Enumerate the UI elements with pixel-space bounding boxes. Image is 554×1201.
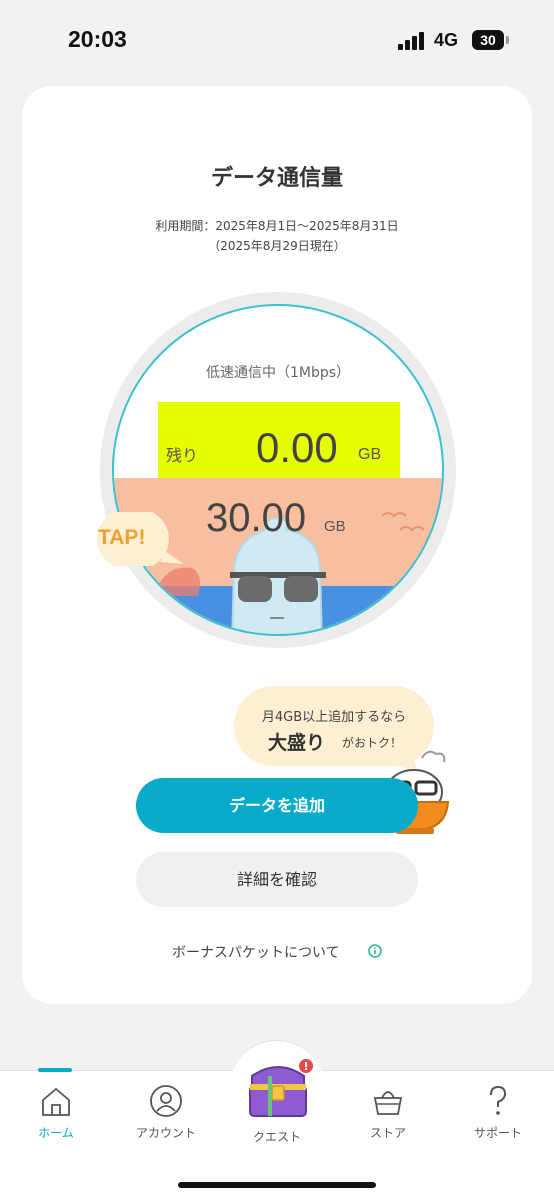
account-icon [150, 1085, 182, 1117]
status-time: 20:03 [68, 26, 127, 52]
period-as-of: （2025年8月29日現在） [208, 239, 346, 253]
question-icon [490, 1085, 507, 1115]
tab-quest-label[interactable]: クエスト [227, 1128, 327, 1145]
tab-account[interactable]: アカウント [116, 1084, 216, 1154]
view-details-button[interactable]: 詳細を確認 [136, 852, 418, 907]
promo-line1: 月4GB以上追加するなら [261, 710, 407, 725]
total-data-value: 30.00 [206, 496, 307, 540]
bonus-packet-link[interactable]: ボーナスパケットについて [172, 942, 340, 962]
home-icon [42, 1087, 70, 1116]
card-title: データ通信量 [210, 166, 343, 191]
remaining-data-box: 残り 0.00 GB [158, 402, 400, 478]
tab-support-label: サポート [473, 1126, 522, 1140]
usage-period: 利用期間：2025年8月1日〜2025年8月31日 （2025年8月29日現在） [22, 216, 532, 256]
battery-cap [506, 36, 509, 44]
speed-status: 低速通信中（1Mbps） [205, 365, 351, 381]
signal-icon [398, 32, 428, 50]
info-icon[interactable] [368, 944, 382, 958]
tab-store[interactable]: ストア [338, 1084, 438, 1154]
network-type: 4G [434, 30, 459, 50]
tap-bubble[interactable]: TAP! [80, 506, 188, 572]
tab-home[interactable]: ホーム [6, 1084, 106, 1154]
total-data-unit: GB [324, 518, 346, 535]
tab-account-label: アカウント [135, 1126, 196, 1140]
tab-store-label: ストア [369, 1126, 406, 1140]
data-usage-card: データ通信量 利用期間：2025年8月1日〜2025年8月31日 （2025年8… [22, 86, 532, 1004]
gauge-face[interactable]: 低速通信中（1Mbps） 残り 0.00 GB 30.00 GB [112, 304, 444, 636]
promo-highlight: 大盛り [268, 732, 326, 754]
add-data-button[interactable]: データを追加 [136, 778, 418, 833]
battery-icon: 30 [472, 30, 504, 50]
tab-support[interactable]: サポート [448, 1084, 548, 1154]
home-indicator [178, 1182, 376, 1188]
tab-active-indicator [38, 1068, 72, 1072]
tab-home-label: ホーム [38, 1126, 74, 1140]
remaining-unit: GB [358, 446, 382, 463]
period-range: 利用期間：2025年8月1日〜2025年8月31日 [155, 219, 399, 233]
remaining-label: 残り [166, 446, 199, 465]
basket-icon [373, 1091, 403, 1115]
tap-label: TAP! [98, 526, 146, 549]
remaining-value: 0.00 [256, 424, 338, 471]
status-bar: 20:03 4G 30 [0, 0, 554, 80]
treasure-chest-icon[interactable] [238, 1056, 318, 1120]
data-gauge[interactable]: 低速通信中（1Mbps） 残り 0.00 GB 30.00 GB [100, 292, 456, 648]
